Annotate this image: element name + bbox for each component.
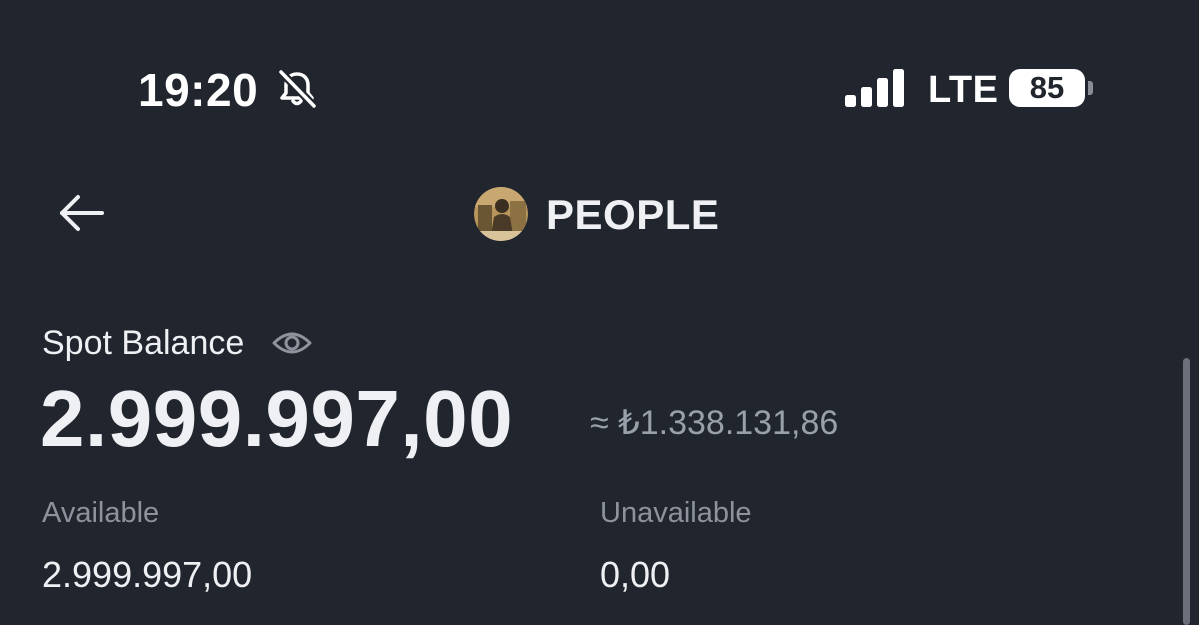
unavailable-label: Unavailable	[600, 497, 752, 529]
fiat-equivalent: ≈ ₺1.338.131,86	[590, 404, 839, 442]
page-title: PEOPLE	[546, 191, 720, 238]
token-logo	[474, 187, 528, 241]
cellular-signal-icon	[845, 69, 904, 107]
spot-balance-amount: 2.999.997,00	[40, 374, 514, 463]
battery-icon: 85	[1009, 69, 1085, 107]
battery-cap	[1088, 81, 1093, 95]
spot-balance-label: Spot Balance	[42, 324, 245, 362]
bell-slash-icon	[278, 69, 317, 109]
status-time: 19:20	[138, 64, 259, 116]
back-button[interactable]	[56, 189, 108, 237]
token-avatar	[474, 187, 528, 241]
battery-level: 85	[1029, 70, 1065, 105]
scrollbar[interactable]	[1183, 358, 1190, 625]
available-value: 2.999.997,00	[42, 554, 253, 595]
available-label: Available	[42, 497, 160, 529]
network-type: LTE	[928, 69, 999, 111]
screen: 19:20 LTE 85 PEOPLE Spot Balance 2.999.9…	[0, 0, 1199, 625]
arrow-left-icon	[60, 195, 104, 231]
eye-icon[interactable]	[272, 328, 312, 358]
unavailable-value: 0,00	[600, 554, 671, 595]
